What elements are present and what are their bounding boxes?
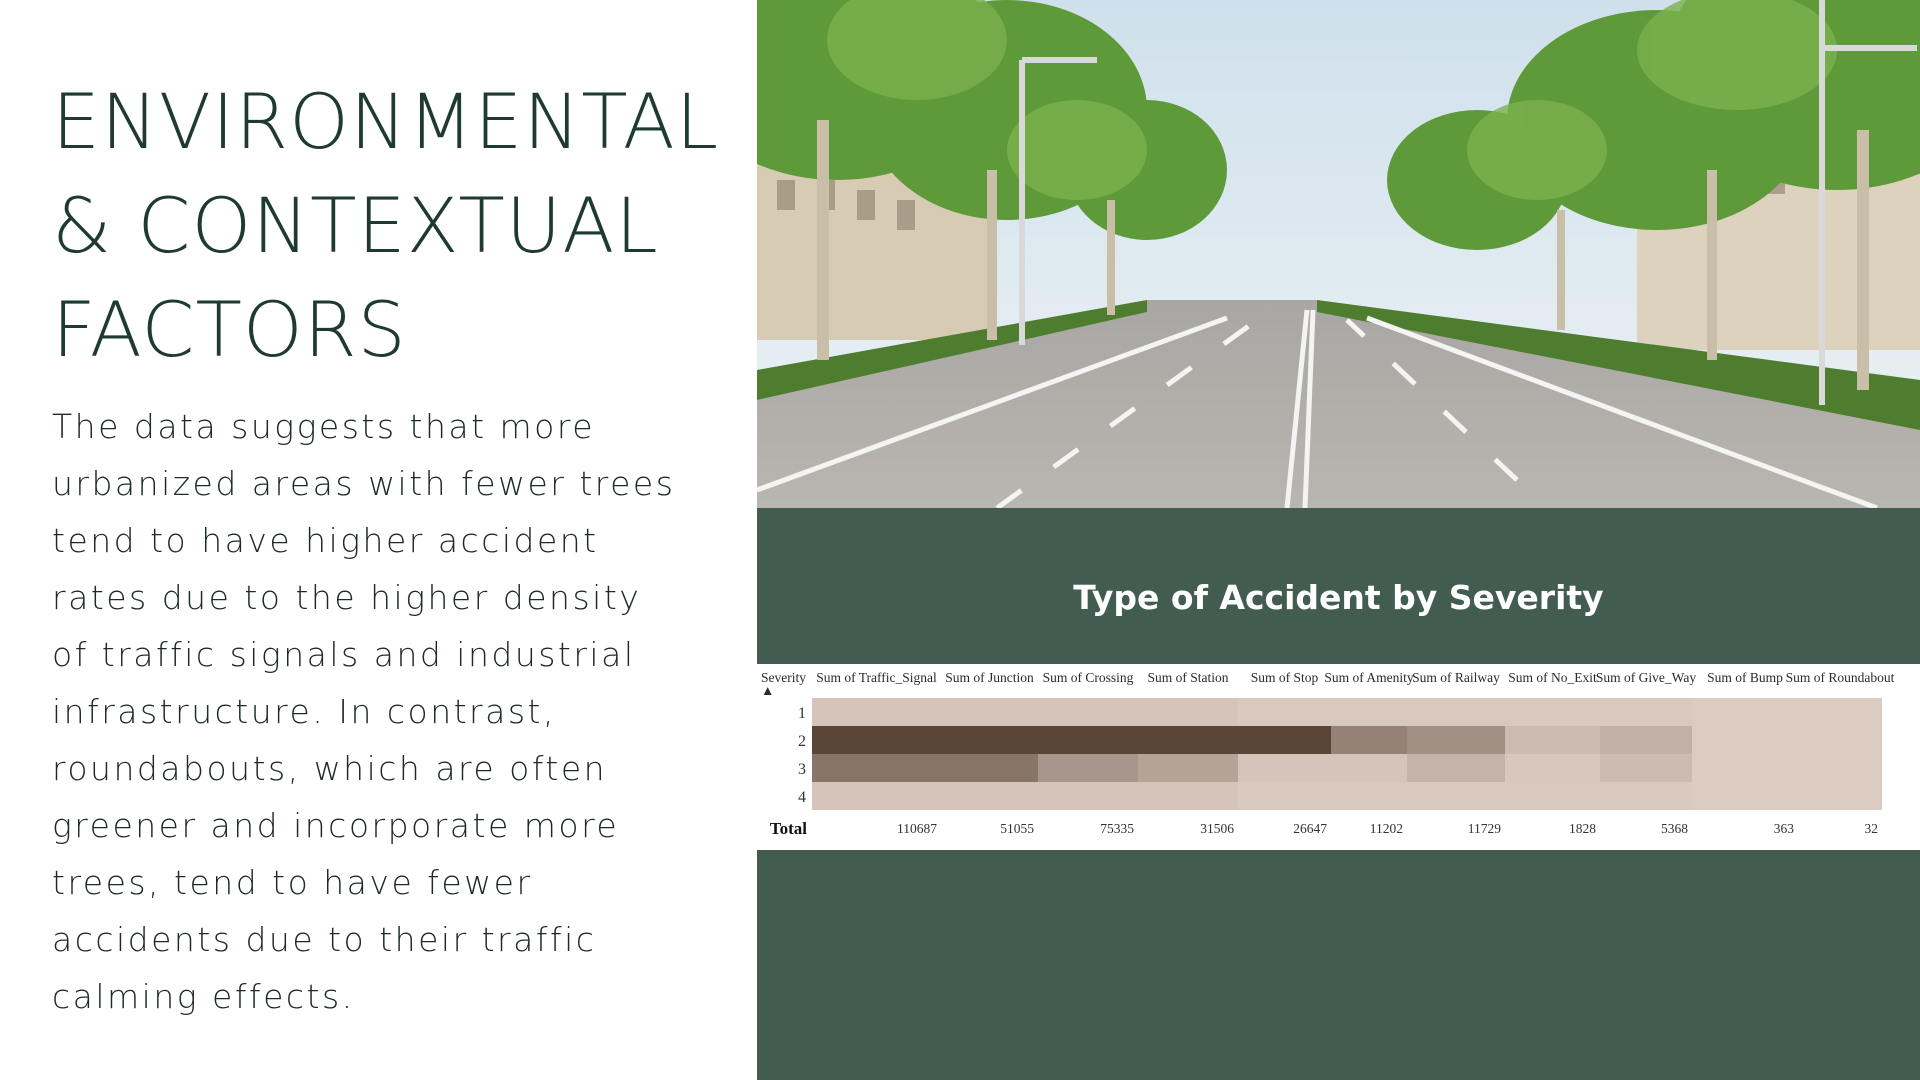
- total-value: 1828: [1569, 821, 1596, 836]
- heatmap-cell: [1238, 726, 1331, 754]
- row-label: 4: [798, 789, 806, 806]
- column-header: Sum of Roundabout: [1786, 670, 1895, 685]
- heatmap-cell: [1600, 698, 1692, 726]
- total-value: 31506: [1200, 821, 1234, 836]
- heatmap-cell: [1505, 754, 1600, 782]
- column-header: Sum of Give_Way: [1596, 670, 1696, 685]
- title-line-3: FACTORS: [52, 285, 407, 374]
- heatmap-cell: [941, 726, 1038, 754]
- row-label: 2: [798, 733, 806, 750]
- heatmap-cell: [1138, 726, 1238, 754]
- heatmap-cell: [1600, 726, 1692, 754]
- chart-title: Type of Accident by Severity: [1073, 578, 1604, 617]
- row-label: 3: [798, 761, 806, 778]
- heatmap-cell: [1238, 698, 1331, 726]
- heatmap-cell: [1038, 782, 1138, 810]
- column-header: Sum of Junction: [945, 670, 1034, 685]
- slide-body-text: The data suggests that more urbanized ar…: [52, 398, 692, 1025]
- total-value: 51055: [1000, 821, 1034, 836]
- heatmap-cell: [1331, 726, 1407, 754]
- heatmap-cell: [1600, 754, 1692, 782]
- body-line: trees, tend to have fewer: [52, 863, 533, 902]
- heatmap-cell: [1692, 726, 1798, 754]
- heatmap-cell: [1331, 754, 1407, 782]
- body-line: The data suggests that more: [52, 407, 596, 446]
- title-line-1: ENVIRONMENTAL: [52, 77, 720, 166]
- heatmap-cell: [1692, 698, 1798, 726]
- heatmap-cell: [812, 698, 941, 726]
- heatmap-cell: [941, 698, 1038, 726]
- column-header: Sum of Station: [1147, 670, 1228, 685]
- chart-panel: Type of Accident by Severity Severity ▲ Su…: [757, 508, 1920, 1080]
- row-label: 1: [798, 705, 806, 722]
- heatmap-cell: [812, 754, 941, 782]
- body-line: of traffic signals and industrial: [52, 635, 636, 674]
- heatmap-table: Severity ▲ Sum of Traffic_Signal Sum of Jun…: [757, 664, 1920, 850]
- heatmap-cell: [1407, 698, 1505, 726]
- total-value: 110687: [897, 821, 937, 836]
- heatmap-cell: [1038, 754, 1138, 782]
- heatmap-cell: [1138, 782, 1238, 810]
- total-value: 5368: [1661, 821, 1688, 836]
- column-header: Sum of Amenity: [1324, 670, 1414, 685]
- heatmap-cell: [812, 726, 941, 754]
- heatmap-cell: [1238, 754, 1331, 782]
- heatmap-cell: [1407, 782, 1505, 810]
- total-value: 26647: [1293, 821, 1327, 836]
- column-header: Sum of No_Exit: [1508, 670, 1597, 685]
- body-line: infrastructure. In contrast,: [52, 692, 556, 731]
- body-line: rates due to the higher density: [52, 578, 642, 617]
- slide-title: ENVIRONMENTAL & CONTEXTUAL FACTORS: [52, 70, 752, 382]
- body-line: calming effects.: [52, 977, 355, 1016]
- heatmap-cell: [1138, 754, 1238, 782]
- total-value: 11729: [1468, 821, 1501, 836]
- column-header: Sum of Crossing: [1043, 670, 1134, 685]
- heatmap-cell: [1505, 782, 1600, 810]
- heatmap-cell: [1505, 726, 1600, 754]
- total-value: 363: [1774, 821, 1795, 836]
- total-label: Total: [770, 819, 807, 838]
- heatmap-cell: [1238, 782, 1331, 810]
- heatmap-cell: [941, 754, 1038, 782]
- body-line: accidents due to their traffic: [52, 920, 597, 959]
- sort-indicator-icon: ▲: [761, 683, 774, 698]
- body-line: roundabouts, which are often: [52, 749, 608, 788]
- heatmap-cell: [1407, 754, 1505, 782]
- heatmap-cell: [1505, 698, 1600, 726]
- heatmap-cell: [1331, 782, 1407, 810]
- heatmap-cell: [1692, 782, 1798, 810]
- total-value: 11202: [1370, 821, 1403, 836]
- title-line-2: & CONTEXTUAL: [52, 181, 659, 270]
- heatmap-svg: Severity▲Sum of Traffic_Signal Sum of Jun…: [761, 670, 1895, 838]
- column-header: Sum of Traffic_Signal: [816, 670, 937, 685]
- heatmap-cell: [1798, 698, 1882, 726]
- heatmap-cell: [812, 782, 941, 810]
- column-header: Sum of Railway: [1412, 670, 1500, 685]
- heatmap-cell: [1138, 698, 1238, 726]
- heatmap-cell: [1331, 698, 1407, 726]
- heatmap-cell: [1692, 754, 1798, 782]
- body-line: urbanized areas with fewer trees: [52, 464, 676, 503]
- heatmap-cell: [1798, 782, 1882, 810]
- text-panel: ENVIRONMENTAL & CONTEXTUAL FACTORS The d…: [0, 0, 757, 1080]
- body-line: greener and incorporate more: [52, 806, 620, 845]
- heatmap-cell: [1600, 782, 1692, 810]
- column-header: Sum of Stop: [1251, 670, 1319, 685]
- heatmap-cell: [1038, 698, 1138, 726]
- heatmap-cell: [1407, 726, 1505, 754]
- total-value: 75335: [1100, 821, 1134, 836]
- heatmap-cell: [1798, 726, 1882, 754]
- heatmap-cell: [941, 782, 1038, 810]
- column-header: Sum of Bump: [1707, 670, 1783, 685]
- street-photo: [757, 0, 1920, 508]
- total-value: 32: [1865, 821, 1879, 836]
- body-line: tend to have higher accident: [52, 521, 599, 560]
- heatmap-cell: [1798, 754, 1882, 782]
- heatmap-cell: [1038, 726, 1138, 754]
